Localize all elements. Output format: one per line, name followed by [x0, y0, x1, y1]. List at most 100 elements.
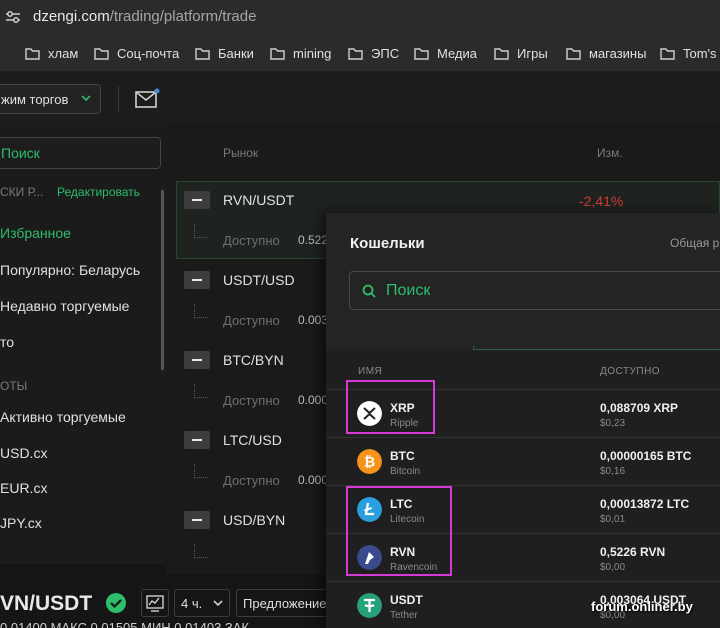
- folder-icon: [414, 47, 429, 60]
- sidebar-item-eur[interactable]: EUR.cx: [0, 480, 47, 496]
- bookmark-folder[interactable]: Соц-почта: [94, 44, 179, 62]
- bookmark-label: магазины: [589, 45, 647, 61]
- market-pair[interactable]: USDT/USD: [223, 272, 295, 288]
- available-value: 0.003: [298, 313, 329, 327]
- folder-icon: [195, 47, 210, 60]
- remove-favorite-button[interactable]: [184, 351, 210, 369]
- folder-icon: [94, 47, 109, 60]
- watermark: forum.onliner.by: [591, 599, 693, 614]
- bookmark-folder[interactable]: Tom's H: [660, 44, 720, 62]
- sidebar-item-recent[interactable]: Недавно торгуемые: [0, 298, 129, 314]
- bookmark-label: Соц-почта: [117, 45, 180, 61]
- market-pair[interactable]: RVN/USDT: [223, 192, 294, 208]
- site-settings-icon[interactable]: [5, 9, 21, 25]
- svg-text:₿: ₿: [364, 455, 375, 471]
- coin-symbol: USDT: [390, 593, 423, 607]
- bookmark-label: mining: [293, 45, 332, 61]
- timeframe-label: 4 ч.: [181, 596, 203, 611]
- chevron-down-icon: [213, 600, 223, 607]
- selected-pair-title: VN/USDT: [0, 592, 93, 615]
- remove-favorite-button[interactable]: [184, 511, 210, 529]
- wallets-title: Кошельки: [350, 235, 425, 252]
- bookmark-folder[interactable]: Банки: [195, 44, 254, 62]
- tether-icon: [357, 593, 382, 618]
- check-circle-icon[interactable]: [105, 592, 127, 614]
- market-pair[interactable]: USD/BYN: [223, 512, 285, 528]
- sidebar-item-active[interactable]: Активно торгуемые: [0, 409, 126, 425]
- bookmark-folder[interactable]: ЭПС: [348, 44, 399, 62]
- tree-connector: [194, 464, 208, 478]
- bookmark-folder[interactable]: mining: [270, 44, 331, 62]
- address-bar[interactable]: dzengi.com/trading/platform/trade: [0, 0, 720, 34]
- coin-usd-value: $0,16: [600, 466, 626, 477]
- url-text[interactable]: dzengi.com/trading/platform/trade: [33, 8, 256, 25]
- available-label: Доступно: [223, 393, 280, 408]
- wallets-total-label: Общая р: [670, 236, 720, 250]
- sidebar-item-popular[interactable]: Популярно: Беларусь: [0, 262, 140, 278]
- coin-balance: 0,00013872 LTC: [600, 497, 690, 511]
- chart-settings-button[interactable]: [141, 589, 169, 617]
- available-label: Доступно: [223, 233, 280, 248]
- highlight-box-ltc-rvn: [346, 486, 452, 576]
- search-icon: [362, 284, 376, 298]
- bookmark-folder[interactable]: магазины: [566, 44, 646, 62]
- coin-usd-value: $0,23: [600, 418, 626, 429]
- edit-link[interactable]: Редактировать: [57, 185, 140, 199]
- sidebar-scrollbar[interactable]: [161, 190, 164, 370]
- column-change: Изм.: [597, 146, 623, 160]
- bookmark-label: ЭПС: [371, 45, 400, 61]
- available-value: 0.000: [298, 393, 329, 407]
- url-domain: dzengi.com: [33, 8, 110, 25]
- folder-icon: [494, 47, 509, 60]
- available-value: 0.522: [298, 233, 329, 247]
- coin-symbol: BTC: [390, 449, 415, 463]
- tree-connector: [194, 224, 208, 238]
- trading-mode-select[interactable]: жим торгов: [0, 84, 101, 114]
- remove-favorite-button[interactable]: [184, 431, 210, 449]
- folder-icon: [25, 47, 40, 60]
- market-pair[interactable]: BTC/BYN: [223, 352, 284, 368]
- remove-favorite-button[interactable]: [184, 191, 210, 209]
- timeframe-select[interactable]: 4 ч.: [174, 589, 230, 617]
- bookmark-label: Tom's H: [683, 45, 720, 61]
- ticker-stats: 0,01400 МАКС 0,01505 МИН 0,01403 ЗАК: [0, 620, 250, 628]
- wallet-row[interactable]: ₿ BTC Bitcoin 0,00000165 BTC $0,16: [326, 437, 720, 485]
- bookmarks-bar: я хлам Соц-почта Банки mining ЭПС Медиа …: [0, 34, 720, 72]
- chart-icon: [146, 595, 164, 612]
- coin-balance: 0,00000165 BTC: [600, 449, 692, 463]
- available-label: Доступно: [223, 313, 280, 328]
- bookmark-label: хлам: [48, 45, 79, 61]
- app-header: жим торгов: [0, 72, 720, 124]
- sidebar-item-favorites[interactable]: Избранное: [0, 225, 71, 241]
- coin-usd-value: $0,01: [600, 514, 626, 525]
- sidebar-item-jpy[interactable]: JPY.cx: [0, 515, 42, 531]
- wallets-search-input[interactable]: Поиск: [349, 271, 720, 310]
- folder-icon: [566, 47, 581, 60]
- hidden-tab-outline: [473, 346, 720, 350]
- search-placeholder: Поиск: [1, 145, 40, 161]
- url-path: /trading/platform/trade: [109, 8, 257, 25]
- bookmark-folder[interactable]: Медиа: [414, 44, 477, 62]
- price-type-label: Предложение: [243, 596, 327, 611]
- chevron-down-icon: [81, 95, 91, 102]
- coin-name: Tether: [390, 610, 418, 621]
- tree-connector: [194, 384, 208, 398]
- sidebar-item-usd[interactable]: USD.cx: [0, 445, 47, 461]
- coin-balance: 0,5226 RVN: [600, 545, 666, 559]
- market-pair[interactable]: LTC/USD: [223, 432, 282, 448]
- sidebar-item-crypto[interactable]: то: [0, 334, 14, 350]
- bookmark-folder[interactable]: хлам: [25, 44, 78, 62]
- sidebar-category-label: СКИ Р...: [0, 185, 44, 199]
- folder-icon: [270, 47, 285, 60]
- bookmark-folder[interactable]: Игры: [494, 44, 548, 62]
- sidebar-search-input[interactable]: Поиск: [0, 137, 161, 169]
- sidebar-group-label: ОТЫ: [0, 379, 28, 393]
- bookmark-label: Медиа: [437, 45, 477, 61]
- mail-icon[interactable]: [135, 88, 161, 110]
- coin-balance: 0,088709 XRP: [600, 401, 679, 415]
- folder-icon: [348, 47, 363, 60]
- folder-icon: [660, 47, 675, 60]
- column-name: ИМЯ: [358, 366, 383, 377]
- remove-favorite-button[interactable]: [184, 271, 210, 289]
- available-value: 0.000: [298, 473, 329, 487]
